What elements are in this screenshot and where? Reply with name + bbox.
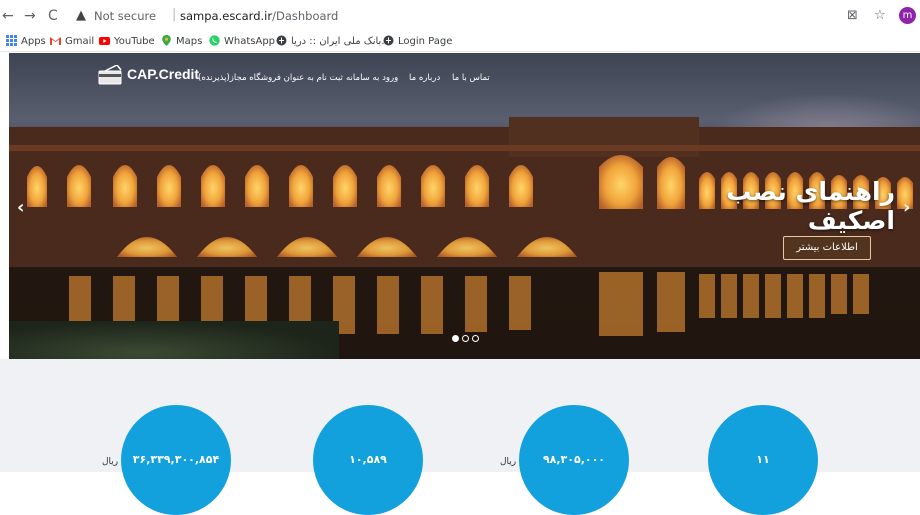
url-text: sampa.escard.ir/Dashboard [180, 9, 338, 23]
stat-value: ۱۰,۵۸۹ [349, 453, 387, 466]
stat-circle: ۱۰,۵۸۹ [313, 405, 423, 515]
address-separator: | [172, 7, 177, 22]
bookmarks-bar: Apps Gmail YouTube Maps WhatsApp بانک مل… [0, 32, 920, 52]
bookmark-login-page[interactable]: Login Page [383, 34, 452, 50]
youtube-icon [99, 35, 110, 46]
bookmark-youtube[interactable]: YouTube [99, 34, 155, 50]
url-host: sampa.escard.ir [180, 9, 273, 23]
foreground-shrubs [9, 321, 339, 359]
bookmark-gmail[interactable]: Gmail [50, 34, 94, 50]
gmail-icon [50, 35, 61, 46]
menu-login[interactable]: ورود به سامانه [346, 73, 398, 83]
stat-unit: ریال [102, 457, 119, 467]
stat-unit: ریال [500, 457, 517, 467]
globe-icon [383, 35, 394, 46]
slider-dot[interactable] [462, 335, 469, 342]
card-logo-icon [98, 65, 122, 85]
slider-dot[interactable] [472, 335, 479, 342]
globe-icon [276, 35, 287, 46]
slide-title: راهنمای نصب اصکیف [726, 177, 895, 235]
hero-slider: CAP.Credit تماس با ما درباره ما ورود به … [9, 53, 920, 359]
stats-section: ریال ۳۶,۳۳۹,۳۰۰,۸۵۴ ۱۰,۵۸۹ ریال ۹۸,۳۰۵,۰… [0, 359, 920, 515]
whatsapp-icon [209, 35, 220, 46]
bookmark-label: Gmail [65, 36, 95, 47]
maps-icon [161, 35, 172, 46]
bookmark-label: Maps [176, 36, 203, 47]
slider-next-icon[interactable]: › [903, 197, 910, 218]
profile-avatar[interactable]: m [899, 7, 916, 24]
stat-value: ۹۸,۳۰۵,۰۰۰ [542, 453, 606, 466]
not-secure-label: Not secure [94, 9, 157, 23]
address-bar[interactable]: ▲ Not secure | sampa.escard.ir/Dashboard [70, 6, 820, 28]
forward-icon[interactable]: → [24, 7, 36, 25]
back-icon[interactable]: ← [2, 7, 14, 25]
stat-circle: ۹۸,۳۰۵,۰۰۰ [519, 405, 629, 515]
bookmark-maps[interactable]: Maps [161, 34, 202, 50]
menu-register-merchant[interactable]: ثبت نام به عنوان فروشگاه مجاز(پذیرنده) [198, 73, 343, 83]
translate-icon[interactable]: ⊠ [847, 8, 858, 23]
bookmark-bank-melli[interactable]: بانک ملی ایران :: دریا... [276, 34, 391, 50]
menu-contact[interactable]: تماس با ما [452, 73, 490, 83]
menu-about[interactable]: درباره ما [409, 73, 440, 83]
stat-value: ۳۶,۳۳۹,۳۰۰,۸۵۴ [132, 453, 220, 466]
apps-grid-icon [6, 35, 17, 46]
stat-circle: ۳۶,۳۳۹,۳۰۰,۸۵۴ [121, 405, 231, 515]
reload-icon[interactable]: C [48, 7, 58, 25]
url-path: /Dashboard [272, 9, 339, 23]
bookmark-whatsapp[interactable]: WhatsApp [209, 34, 275, 50]
warning-icon: ▲ [76, 8, 86, 23]
stat-value: ۱۱ [756, 453, 770, 466]
logo-text: CAP.Credit [127, 66, 200, 82]
bookmark-label: Login Page [398, 36, 453, 47]
bookmark-label: YouTube [114, 36, 155, 47]
more-info-button[interactable]: اطلاعات بیشتر [783, 236, 871, 260]
bookmark-star-icon[interactable]: ☆ [874, 8, 886, 23]
slider-prev-icon[interactable]: ‹ [17, 197, 24, 218]
bookmark-label: Apps [21, 36, 46, 47]
stat-circle: ۱۱ [708, 405, 818, 515]
browser-toolbar: ← → C ▲ Not secure | sampa.escard.ir/Das… [0, 0, 920, 32]
bookmark-label: بانک ملی ایران :: دریا... [291, 36, 391, 47]
slider-dot-active[interactable] [452, 335, 459, 342]
bookmark-apps[interactable]: Apps [6, 34, 46, 50]
bookmark-label: WhatsApp [224, 36, 276, 47]
